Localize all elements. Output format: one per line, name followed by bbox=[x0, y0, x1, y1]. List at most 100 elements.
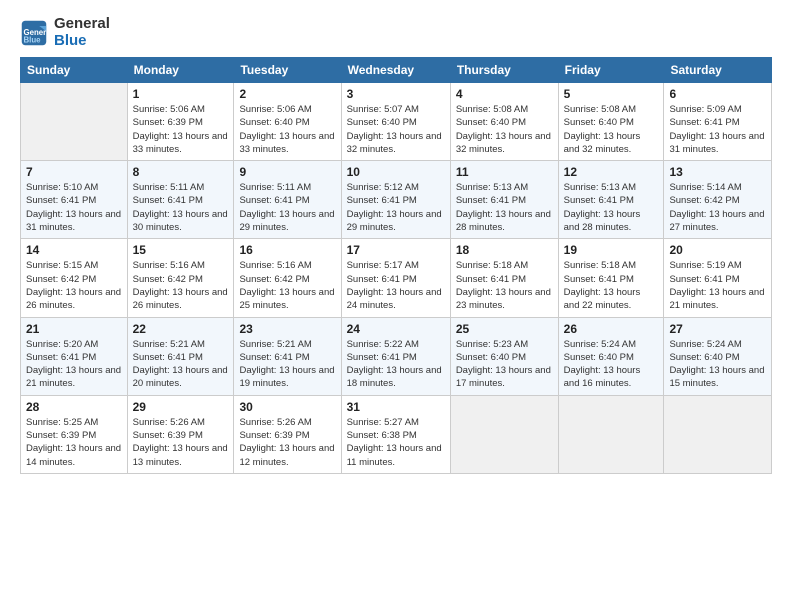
calendar-cell: 21 Sunrise: 5:20 AMSunset: 6:41 PMDayligh… bbox=[21, 317, 128, 395]
cell-text: Sunrise: 5:21 AMSunset: 6:41 PMDaylight:… bbox=[239, 338, 335, 391]
cell-text: Sunrise: 5:14 AMSunset: 6:42 PMDaylight:… bbox=[669, 181, 766, 234]
cell-text: Sunrise: 5:24 AMSunset: 6:40 PMDaylight:… bbox=[564, 338, 659, 391]
day-number: 27 bbox=[669, 322, 766, 336]
weekday-row: SundayMondayTuesdayWednesdayThursdayFrid… bbox=[21, 58, 772, 83]
calendar-cell: 23 Sunrise: 5:21 AMSunset: 6:41 PMDayligh… bbox=[234, 317, 341, 395]
cell-text: Sunrise: 5:23 AMSunset: 6:40 PMDaylight:… bbox=[456, 338, 553, 391]
cell-text: Sunrise: 5:22 AMSunset: 6:41 PMDaylight:… bbox=[347, 338, 445, 391]
calendar-cell: 9 Sunrise: 5:11 AMSunset: 6:41 PMDaylight… bbox=[234, 161, 341, 239]
weekday-header-monday: Monday bbox=[127, 58, 234, 83]
logo-icon: General Blue bbox=[20, 19, 48, 47]
header: General Blue General Blue bbox=[20, 16, 772, 49]
day-number: 19 bbox=[564, 243, 659, 257]
calendar-cell: 25Sunrise: 5:23 AMSunset: 6:40 PMDayligh… bbox=[450, 317, 558, 395]
cell-text: Sunrise: 5:27 AMSunset: 6:38 PMDaylight:… bbox=[347, 416, 445, 469]
day-number: 24 bbox=[347, 322, 445, 336]
calendar-cell: 5Sunrise: 5:08 AMSunset: 6:40 PMDaylight… bbox=[558, 83, 664, 161]
calendar-cell: 20 Sunrise: 5:19 AMSunset: 6:41 PMDayligh… bbox=[664, 239, 772, 317]
day-number: 6 bbox=[669, 87, 766, 101]
cell-text: Sunrise: 5:17 AMSunset: 6:41 PMDaylight:… bbox=[347, 259, 445, 312]
day-number: 1 bbox=[133, 87, 229, 101]
cell-text: Sunrise: 5:13 AMSunset: 6:41 PMDaylight:… bbox=[564, 181, 659, 234]
calendar-cell: 17 Sunrise: 5:17 AMSunset: 6:41 PMDayligh… bbox=[341, 239, 450, 317]
cell-text: Sunrise: 5:18 AMSunset: 6:41 PMDaylight:… bbox=[564, 259, 659, 312]
calendar-cell bbox=[21, 83, 128, 161]
day-number: 11 bbox=[456, 165, 553, 179]
day-number: 30 bbox=[239, 400, 335, 414]
cell-text: Sunrise: 5:11 AMSunset: 6:41 PMDaylight:… bbox=[133, 181, 229, 234]
cell-text: Sunrise: 5:08 AMSunset: 6:40 PMDaylight:… bbox=[564, 103, 659, 156]
calendar-week-0: 1 Sunrise: 5:06 AMSunset: 6:39 PMDaylight… bbox=[21, 83, 772, 161]
cell-text: Sunrise: 5:08 AMSunset: 6:40 PMDaylight:… bbox=[456, 103, 553, 156]
calendar-cell: 27Sunrise: 5:24 AMSunset: 6:40 PMDayligh… bbox=[664, 317, 772, 395]
day-number: 26 bbox=[564, 322, 659, 336]
weekday-header-friday: Friday bbox=[558, 58, 664, 83]
calendar-cell: 1 Sunrise: 5:06 AMSunset: 6:39 PMDaylight… bbox=[127, 83, 234, 161]
cell-text: Sunrise: 5:06 AMSunset: 6:40 PMDaylight:… bbox=[239, 103, 335, 156]
day-number: 7 bbox=[26, 165, 122, 179]
calendar-cell: 29 Sunrise: 5:26 AMSunset: 6:39 PMDayligh… bbox=[127, 395, 234, 473]
cell-text: Sunrise: 5:21 AMSunset: 6:41 PMDaylight:… bbox=[133, 338, 229, 391]
day-number: 17 bbox=[347, 243, 445, 257]
day-number: 12 bbox=[564, 165, 659, 179]
calendar-cell: 11Sunrise: 5:13 AMSunset: 6:41 PMDayligh… bbox=[450, 161, 558, 239]
day-number: 9 bbox=[239, 165, 335, 179]
calendar-header: SundayMondayTuesdayWednesdayThursdayFrid… bbox=[21, 58, 772, 83]
day-number: 23 bbox=[239, 322, 335, 336]
cell-text: Sunrise: 5:20 AMSunset: 6:41 PMDaylight:… bbox=[26, 338, 122, 391]
cell-text: Sunrise: 5:11 AMSunset: 6:41 PMDaylight:… bbox=[239, 181, 335, 234]
day-number: 3 bbox=[347, 87, 445, 101]
cell-text: Sunrise: 5:19 AMSunset: 6:41 PMDaylight:… bbox=[669, 259, 766, 312]
day-number: 15 bbox=[133, 243, 229, 257]
cell-text: Sunrise: 5:09 AMSunset: 6:41 PMDaylight:… bbox=[669, 103, 766, 156]
calendar-cell: 12 Sunrise: 5:13 AMSunset: 6:41 PMDayligh… bbox=[558, 161, 664, 239]
day-number: 4 bbox=[456, 87, 553, 101]
calendar-cell: 26 Sunrise: 5:24 AMSunset: 6:40 PMDayligh… bbox=[558, 317, 664, 395]
cell-text: Sunrise: 5:16 AMSunset: 6:42 PMDaylight:… bbox=[133, 259, 229, 312]
day-number: 21 bbox=[26, 322, 122, 336]
calendar-cell: 2 Sunrise: 5:06 AMSunset: 6:40 PMDaylight… bbox=[234, 83, 341, 161]
calendar-cell bbox=[558, 395, 664, 473]
svg-text:Blue: Blue bbox=[24, 35, 42, 44]
calendar-cell: 13Sunrise: 5:14 AMSunset: 6:42 PMDayligh… bbox=[664, 161, 772, 239]
cell-text: Sunrise: 5:15 AMSunset: 6:42 PMDaylight:… bbox=[26, 259, 122, 312]
cell-text: Sunrise: 5:26 AMSunset: 6:39 PMDaylight:… bbox=[133, 416, 229, 469]
calendar-cell: 22 Sunrise: 5:21 AMSunset: 6:41 PMDayligh… bbox=[127, 317, 234, 395]
calendar-cell: 3 Sunrise: 5:07 AMSunset: 6:40 PMDaylight… bbox=[341, 83, 450, 161]
day-number: 16 bbox=[239, 243, 335, 257]
day-number: 10 bbox=[347, 165, 445, 179]
calendar-week-3: 21 Sunrise: 5:20 AMSunset: 6:41 PMDayligh… bbox=[21, 317, 772, 395]
logo: General Blue General Blue bbox=[20, 16, 110, 49]
weekday-header-wednesday: Wednesday bbox=[341, 58, 450, 83]
cell-text: Sunrise: 5:07 AMSunset: 6:40 PMDaylight:… bbox=[347, 103, 445, 156]
calendar-week-2: 14 Sunrise: 5:15 AMSunset: 6:42 PMDayligh… bbox=[21, 239, 772, 317]
calendar-cell: 15 Sunrise: 5:16 AMSunset: 6:42 PMDayligh… bbox=[127, 239, 234, 317]
calendar-cell: 28Sunrise: 5:25 AMSunset: 6:39 PMDayligh… bbox=[21, 395, 128, 473]
calendar-week-4: 28Sunrise: 5:25 AMSunset: 6:39 PMDayligh… bbox=[21, 395, 772, 473]
cell-text: Sunrise: 5:06 AMSunset: 6:39 PMDaylight:… bbox=[133, 103, 229, 156]
calendar-cell: 4 Sunrise: 5:08 AMSunset: 6:40 PMDaylight… bbox=[450, 83, 558, 161]
calendar-cell bbox=[450, 395, 558, 473]
cell-text: Sunrise: 5:12 AMSunset: 6:41 PMDaylight:… bbox=[347, 181, 445, 234]
calendar-week-1: 7 Sunrise: 5:10 AMSunset: 6:41 PMDaylight… bbox=[21, 161, 772, 239]
day-number: 2 bbox=[239, 87, 335, 101]
cell-text: Sunrise: 5:10 AMSunset: 6:41 PMDaylight:… bbox=[26, 181, 122, 234]
day-number: 20 bbox=[669, 243, 766, 257]
calendar-cell: 30Sunrise: 5:26 AMSunset: 6:39 PMDayligh… bbox=[234, 395, 341, 473]
day-number: 22 bbox=[133, 322, 229, 336]
day-number: 31 bbox=[347, 400, 445, 414]
calendar-cell bbox=[664, 395, 772, 473]
calendar-cell: 7 Sunrise: 5:10 AMSunset: 6:41 PMDaylight… bbox=[21, 161, 128, 239]
day-number: 29 bbox=[133, 400, 229, 414]
calendar-cell: 31 Sunrise: 5:27 AMSunset: 6:38 PMDayligh… bbox=[341, 395, 450, 473]
day-number: 14 bbox=[26, 243, 122, 257]
weekday-header-saturday: Saturday bbox=[664, 58, 772, 83]
day-number: 8 bbox=[133, 165, 229, 179]
calendar-cell: 24 Sunrise: 5:22 AMSunset: 6:41 PMDayligh… bbox=[341, 317, 450, 395]
weekday-header-sunday: Sunday bbox=[21, 58, 128, 83]
logo-text: General Blue bbox=[54, 16, 110, 49]
calendar-cell: 8 Sunrise: 5:11 AMSunset: 6:41 PMDaylight… bbox=[127, 161, 234, 239]
calendar-cell: 16Sunrise: 5:16 AMSunset: 6:42 PMDayligh… bbox=[234, 239, 341, 317]
calendar-cell: 6 Sunrise: 5:09 AMSunset: 6:41 PMDaylight… bbox=[664, 83, 772, 161]
calendar-cell: 14 Sunrise: 5:15 AMSunset: 6:42 PMDayligh… bbox=[21, 239, 128, 317]
